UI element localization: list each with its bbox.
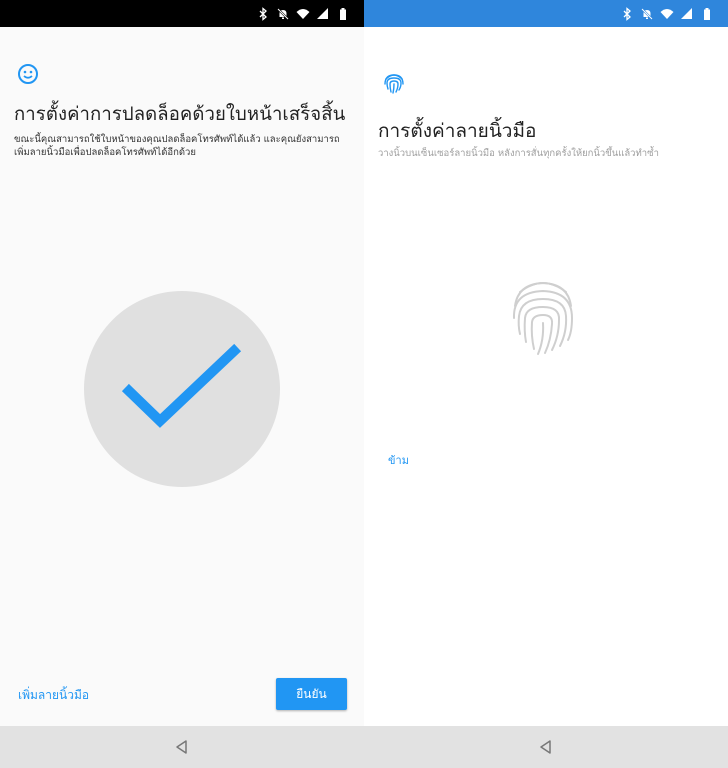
checkmark-icon [121,343,242,428]
wifi-icon [660,7,674,21]
status-bar [364,0,728,27]
signal-icon [316,7,330,21]
fingerprint-icon [381,70,407,96]
skip-link[interactable]: ข้าม [388,451,409,469]
success-circle [84,291,280,487]
battery-icon [700,7,714,21]
wifi-icon [296,7,310,21]
face-unlock-complete-screen: การตั้งค่าการปลดล็อคด้วยใบหน้าเสร็จสิ้น … [0,0,364,768]
page-description: ขณะนี้คุณสามารถใช้ใบหน้าของคุณปลดล็อคโทร… [14,134,340,158]
page-title: การตั้งค่าลายนิ้วมือ [378,120,537,142]
bluetooth-icon [620,6,634,21]
fingerprint-sensor-icon [510,276,576,356]
dual-screenshot: การตั้งค่าการปลดล็อคด้วยใบหน้าเสร็จสิ้น … [0,0,728,768]
navigation-bar [0,726,364,768]
smiley-face-icon [17,63,39,85]
status-bar [0,0,364,27]
bell-off-icon [640,7,654,21]
add-fingerprint-link[interactable]: เพิ่มลายนิ้วมือ [18,686,89,705]
page-title: การตั้งค่าการปลดล็อคด้วยใบหน้าเสร็จสิ้น [14,104,346,125]
navigation-bar [364,726,728,768]
back-triangle-icon[interactable] [173,738,191,756]
fingerprint-setup-screen: การตั้งค่าลายนิ้วมือ วางนิ้วบนเซ็นเซอร์ล… [364,0,728,768]
bell-off-icon [276,7,290,21]
confirm-button[interactable]: ยืนยัน [276,678,347,710]
bluetooth-icon [256,6,270,21]
battery-icon [336,7,350,21]
back-triangle-icon[interactable] [537,738,555,756]
signal-icon [680,7,694,21]
page-instructions: วางนิ้วบนเซ็นเซอร์ลายนิ้วมือ หลังการสั่น… [378,148,659,159]
